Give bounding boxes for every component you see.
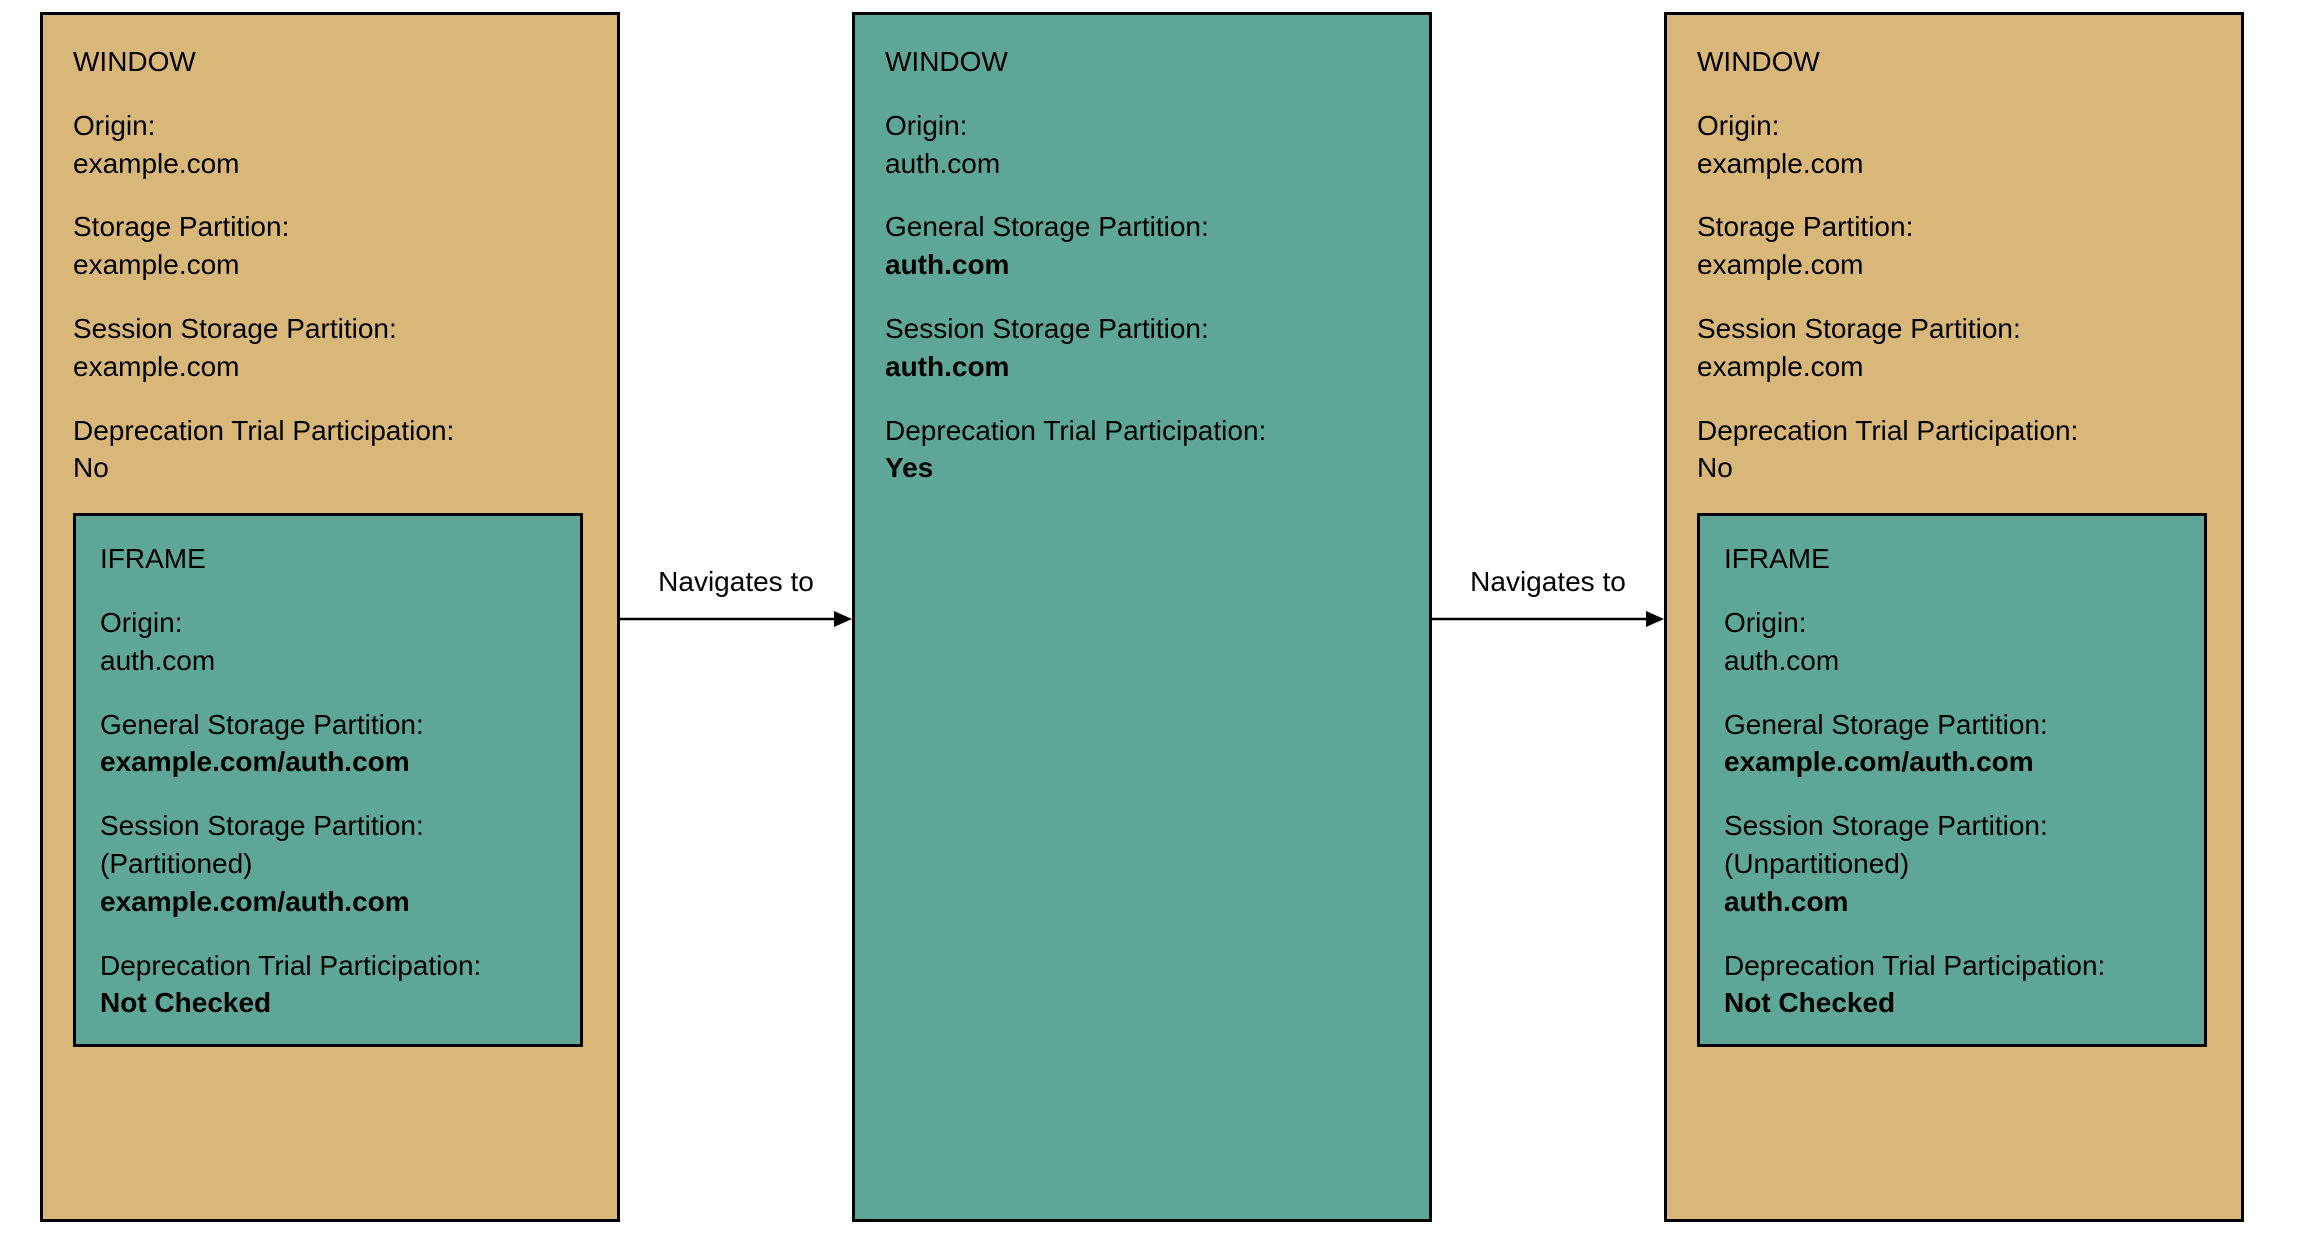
general-partition-block: General Storage Partition: auth.com [885, 208, 1399, 284]
iframe-session-partition-value: example.com/auth.com [100, 883, 556, 921]
deprecation-block: Deprecation Trial Participation: No [73, 412, 587, 488]
deprecation-value: No [1697, 449, 2211, 487]
storage-partition-block: Storage Partition: example.com [73, 208, 587, 284]
iframe-session-partition-label: Session Storage Partition: [1724, 807, 2180, 845]
iframe-general-partition-value: example.com/auth.com [100, 743, 556, 781]
storage-partition-value: example.com [73, 246, 587, 284]
window-title: WINDOW [73, 43, 587, 81]
connector-1-label: Navigates to [658, 563, 814, 601]
iframe-general-partition-block: General Storage Partition: example.com/a… [1724, 706, 2180, 782]
iframe-deprecation-value: Not Checked [1724, 984, 2180, 1022]
iframe-session-partition-note: (Partitioned) [100, 845, 556, 883]
arrow-right-icon [620, 607, 852, 631]
deprecation-value: Yes [885, 449, 1399, 487]
connector-2: Navigates to [1432, 563, 1664, 631]
iframe-general-partition-label: General Storage Partition: [100, 706, 556, 744]
session-partition-label: Session Storage Partition: [73, 310, 587, 348]
deprecation-block: Deprecation Trial Participation: No [1697, 412, 2211, 488]
iframe-deprecation-label: Deprecation Trial Participation: [1724, 947, 2180, 985]
deprecation-block: Deprecation Trial Participation: Yes [885, 412, 1399, 488]
origin-value: auth.com [885, 145, 1399, 183]
diagram-canvas: WINDOW Origin: example.com Storage Parti… [0, 0, 2306, 1244]
iframe-deprecation-block: Deprecation Trial Participation: Not Che… [100, 947, 556, 1023]
session-partition-block: Session Storage Partition: example.com [1697, 310, 2211, 386]
connector-2-label: Navigates to [1470, 563, 1626, 601]
iframe-general-partition-block: General Storage Partition: example.com/a… [100, 706, 556, 782]
session-partition-block: Session Storage Partition: example.com [73, 310, 587, 386]
window-3: WINDOW Origin: example.com Storage Parti… [1664, 12, 2244, 1222]
arrow-right-icon [1432, 607, 1664, 631]
deprecation-label: Deprecation Trial Participation: [73, 412, 587, 450]
iframe-title: IFRAME [100, 540, 556, 578]
storage-partition-value: example.com [1697, 246, 2211, 284]
session-partition-value: auth.com [885, 348, 1399, 386]
iframe-session-partition-note: (Unpartitioned) [1724, 845, 2180, 883]
iframe-title: IFRAME [1724, 540, 2180, 578]
iframe-origin-value: auth.com [100, 642, 556, 680]
general-partition-label: General Storage Partition: [885, 208, 1399, 246]
iframe-3: IFRAME Origin: auth.com General Storage … [1697, 513, 2207, 1047]
iframe-deprecation-block: Deprecation Trial Participation: Not Che… [1724, 947, 2180, 1023]
iframe-origin-label: Origin: [1724, 604, 2180, 642]
iframe-session-partition-block: Session Storage Partition: (Unpartitione… [1724, 807, 2180, 920]
storage-partition-block: Storage Partition: example.com [1697, 208, 2211, 284]
iframe-session-partition-block: Session Storage Partition: (Partitioned)… [100, 807, 556, 920]
iframe-origin-value: auth.com [1724, 642, 2180, 680]
origin-block: Origin: auth.com [885, 107, 1399, 183]
iframe-origin-block: Origin: auth.com [1724, 604, 2180, 680]
connector-1: Navigates to [620, 563, 852, 631]
iframe-origin-block: Origin: auth.com [100, 604, 556, 680]
diagram-row: WINDOW Origin: example.com Storage Parti… [40, 12, 2266, 1222]
origin-block: Origin: example.com [1697, 107, 2211, 183]
origin-value: example.com [73, 145, 587, 183]
session-partition-label: Session Storage Partition: [1697, 310, 2211, 348]
window-1: WINDOW Origin: example.com Storage Parti… [40, 12, 620, 1222]
iframe-session-partition-value: auth.com [1724, 883, 2180, 921]
iframe-session-partition-label: Session Storage Partition: [100, 807, 556, 845]
window-title: WINDOW [1697, 43, 2211, 81]
storage-partition-label: Storage Partition: [73, 208, 587, 246]
deprecation-label: Deprecation Trial Participation: [885, 412, 1399, 450]
iframe-1: IFRAME Origin: auth.com General Storage … [73, 513, 583, 1047]
deprecation-value: No [73, 449, 587, 487]
deprecation-label: Deprecation Trial Participation: [1697, 412, 2211, 450]
iframe-origin-label: Origin: [100, 604, 556, 642]
session-partition-value: example.com [1697, 348, 2211, 386]
iframe-general-partition-value: example.com/auth.com [1724, 743, 2180, 781]
session-partition-value: example.com [73, 348, 587, 386]
origin-label: Origin: [1697, 107, 2211, 145]
window-2: WINDOW Origin: auth.com General Storage … [852, 12, 1432, 1222]
origin-label: Origin: [885, 107, 1399, 145]
window-title: WINDOW [885, 43, 1399, 81]
iframe-general-partition-label: General Storage Partition: [1724, 706, 2180, 744]
origin-value: example.com [1697, 145, 2211, 183]
iframe-deprecation-value: Not Checked [100, 984, 556, 1022]
session-partition-label: Session Storage Partition: [885, 310, 1399, 348]
storage-partition-label: Storage Partition: [1697, 208, 2211, 246]
session-partition-block: Session Storage Partition: auth.com [885, 310, 1399, 386]
general-partition-value: auth.com [885, 246, 1399, 284]
origin-block: Origin: example.com [73, 107, 587, 183]
origin-label: Origin: [73, 107, 587, 145]
iframe-deprecation-label: Deprecation Trial Participation: [100, 947, 556, 985]
